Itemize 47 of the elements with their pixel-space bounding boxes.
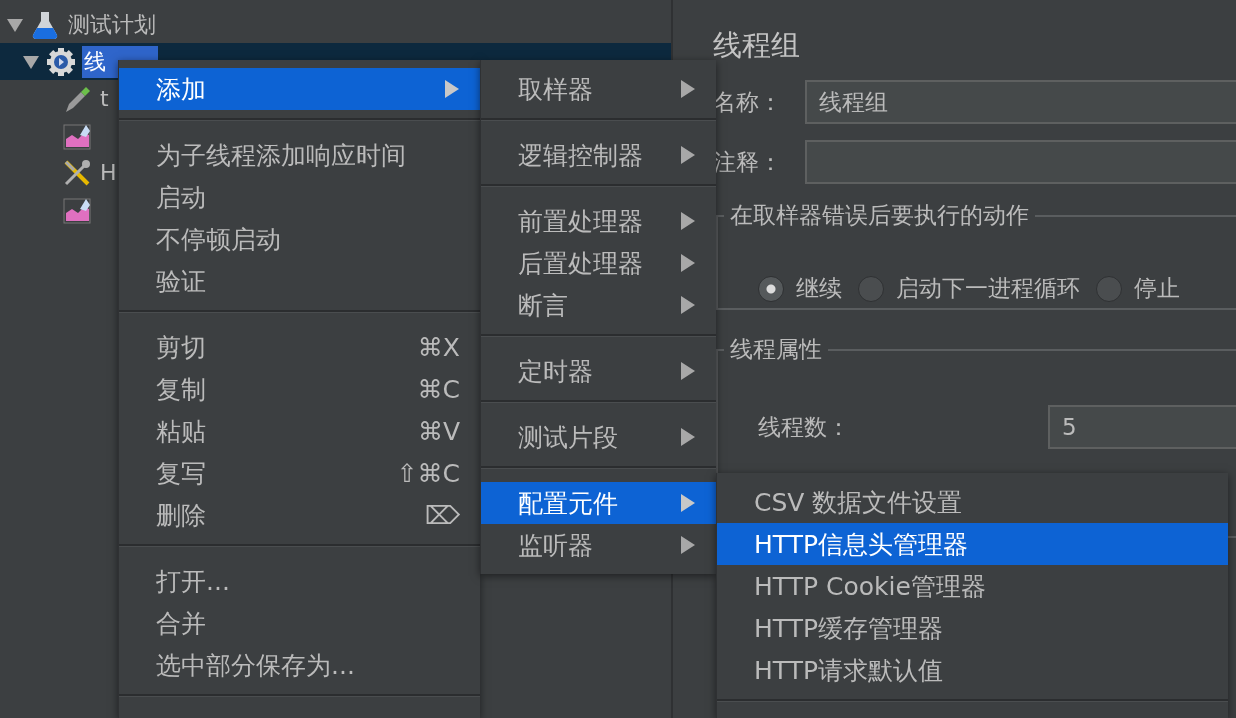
menu-item[interactable]: 前置处理器 <box>481 200 716 242</box>
menu-item[interactable]: 不停顿启动 <box>119 218 480 260</box>
menu-item[interactable]: 为子线程添加响应时间 <box>119 134 480 176</box>
radio-label: 继续 <box>796 274 842 303</box>
group-title: 线程属性 <box>729 335 823 364</box>
tree-item[interactable]: 测试计划 <box>66 8 158 41</box>
menu-item[interactable]: 逻辑控制器 <box>481 134 716 176</box>
menu-item[interactable]: 配置元件 <box>481 482 716 524</box>
menu-item[interactable]: 合并 <box>119 602 480 644</box>
field-label: 线程数： <box>758 412 851 442</box>
menu-item[interactable]: 剪切 ⌘X <box>119 326 480 368</box>
gear-icon <box>46 46 76 77</box>
radio-label: 启动下一进程循环 <box>896 274 1080 303</box>
input-field[interactable] <box>805 140 1236 184</box>
menu-item[interactable]: CSV 数据文件设置 <box>717 481 1228 523</box>
wrench-screwdriver-icon <box>62 157 92 188</box>
radio-label: 停止 <box>1134 274 1180 303</box>
group-title: 在取样器错误后要执行的动作 <box>729 201 1030 230</box>
menu-item[interactable]: 打开... <box>119 560 480 602</box>
menu-item[interactable]: HTTP信息头管理器 <box>717 523 1228 565</box>
flask-icon <box>30 9 60 40</box>
input-field[interactable]: 线程组 <box>805 80 1236 124</box>
radio-button[interactable] <box>858 275 884 302</box>
menu-item[interactable]: 定时器 <box>481 350 716 392</box>
menu-item[interactable]: 测试片段 <box>481 416 716 458</box>
menu-item[interactable]: HTTP Cookie管理器 <box>717 565 1228 607</box>
menu-item[interactable]: 复写 ⇧⌘C <box>119 452 480 494</box>
tree-item[interactable]: t <box>98 82 111 115</box>
menu-item[interactable]: 取样器 <box>481 68 716 110</box>
menu-item[interactable]: 断言 <box>481 284 716 326</box>
menu-item[interactable]: HTTP请求默认值 <box>717 649 1228 691</box>
tree-item[interactable]: H <box>98 156 119 189</box>
menu-item[interactable]: 复制 ⌘C <box>119 368 480 410</box>
input-field[interactable]: 5 <box>1048 405 1236 449</box>
menu-item[interactable]: 验证 <box>119 260 480 302</box>
field-label: 名称： <box>713 87 783 117</box>
radio-button[interactable] <box>1096 275 1122 302</box>
panel-title: 线程组 <box>713 27 801 64</box>
menu-item[interactable]: HTTP缓存管理器 <box>717 607 1228 649</box>
menu-item[interactable]: 删除 ⌦ <box>119 494 480 536</box>
radio-button[interactable] <box>758 275 784 302</box>
menu-item[interactable]: 后置处理器 <box>481 242 716 284</box>
menu-item[interactable]: 添加 <box>119 68 480 110</box>
menu-item[interactable]: 启动 <box>119 176 480 218</box>
menu-item[interactable]: 粘贴 ⌘V <box>119 410 480 452</box>
menu-item[interactable]: 监听器 <box>481 524 716 566</box>
menu-item[interactable]: 选中部分保存为... <box>119 644 480 686</box>
